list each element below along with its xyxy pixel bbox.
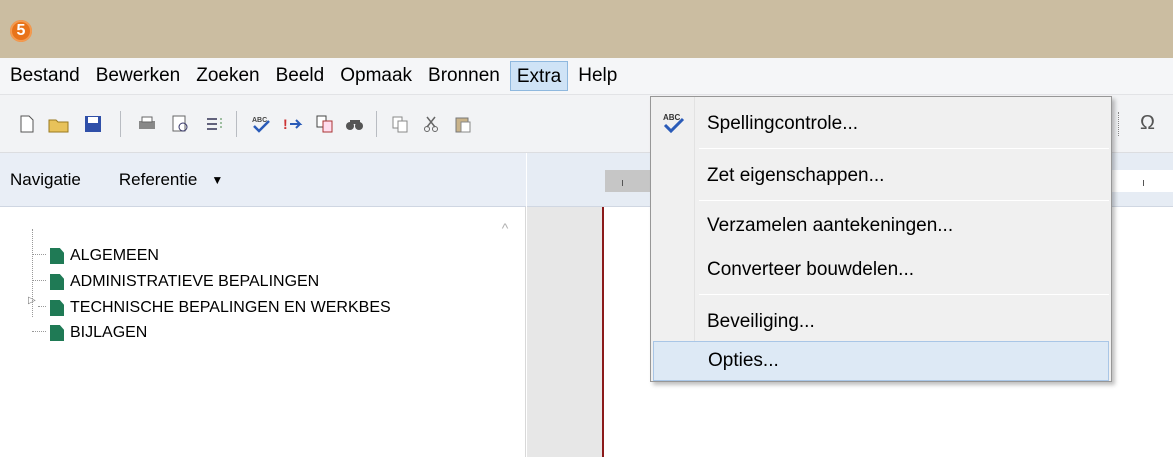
paste-icon[interactable] (452, 113, 474, 135)
ruler-margin (1110, 170, 1173, 192)
document-icon (50, 274, 64, 290)
document-gutter (527, 207, 603, 457)
tree-item-label: TECHNISCHE BEPALINGEN EN WERKBES (70, 299, 391, 316)
menu-item-label: Beveiliging... (707, 311, 815, 332)
tree-item-label: BIJLAGEN (70, 324, 148, 341)
menu-item-label: Spellingcontrole... (707, 113, 859, 134)
menu-bronnen[interactable]: Bronnen (422, 61, 506, 91)
svg-text:ABC: ABC (252, 117, 267, 124)
spellcheck-icon: ABC (661, 111, 687, 135)
arrow-icon[interactable]: ! (282, 113, 304, 135)
menu-help[interactable]: Help (572, 61, 623, 91)
menu-opmaak[interactable]: Opmaak (334, 61, 418, 91)
print-icon[interactable] (136, 113, 158, 135)
menu-item-converteer-bouwdelen[interactable]: Converteer bouwdelen... (653, 251, 1109, 289)
ruler-tick (622, 180, 623, 186)
menu-extra[interactable]: Extra (509, 61, 569, 91)
tree-connector (32, 331, 46, 332)
toolbar-separator (236, 111, 237, 137)
menu-zoeken[interactable]: Zoeken (190, 61, 265, 91)
menu-item-beveiliging[interactable]: Beveiliging... (653, 303, 1109, 341)
extra-menu-dropdown: ABC Spellingcontrole... Zet eigenschappe… (650, 96, 1112, 382)
tree-item-label: ALGEMEEN (70, 247, 159, 264)
tree-item[interactable]: BIJLAGEN (50, 321, 502, 345)
tab-navigatie[interactable]: Navigatie (10, 170, 81, 190)
tree-item[interactable]: ADMINISTRATIEVE BEPALINGEN (50, 270, 502, 294)
menu-bewerken[interactable]: Bewerken (90, 61, 187, 91)
menu-item-spellingcontrole[interactable]: ABC Spellingcontrole... (653, 105, 1109, 143)
print-preview-icon[interactable] (170, 113, 192, 135)
page-margin-line (602, 207, 604, 457)
tree-item[interactable]: TECHNISCHE BEPALINGEN EN WERKBES (50, 296, 502, 320)
toolbar-separator (120, 111, 121, 137)
chevron-down-icon[interactable]: ▼ (211, 173, 223, 187)
find-icon[interactable] (344, 113, 366, 135)
toolbar-separator (1118, 112, 1120, 136)
outline-icon[interactable] (204, 113, 226, 135)
cut-icon[interactable] (420, 113, 442, 135)
menu-separator (699, 200, 1109, 201)
menu-separator (699, 148, 1109, 149)
copy-icon[interactable] (390, 113, 412, 135)
save-icon[interactable] (82, 113, 104, 135)
tree-connector (32, 254, 46, 255)
menu-item-opties[interactable]: Opties... (653, 341, 1109, 381)
ruler-tick (1143, 180, 1144, 186)
document-icon (50, 248, 64, 264)
tree-item[interactable]: ALGEMEEN (50, 244, 502, 268)
convert-icon[interactable] (314, 113, 336, 135)
spellcheck-icon[interactable]: ABC (250, 113, 272, 135)
expand-arrow-icon[interactable]: ▷ (28, 295, 36, 306)
svg-text:!: ! (283, 116, 288, 132)
menu-item-label: Zet eigenschappen... (707, 165, 885, 186)
tab-referentie[interactable]: Referentie (119, 170, 197, 190)
document-icon (50, 300, 64, 316)
new-document-icon[interactable] (16, 113, 38, 135)
tree-item-label: ADMINISTRATIEVE BEPALINGEN (70, 273, 320, 290)
tree-connector (32, 280, 46, 281)
svg-text:ABC: ABC (663, 113, 681, 122)
omega-icon[interactable]: Ω (1140, 112, 1155, 135)
open-folder-icon[interactable] (48, 113, 70, 135)
menu-bar: Bestand Bewerken Zoeken Beeld Opmaak Bro… (0, 58, 1173, 95)
menu-item-verzamelen-aantekeningen[interactable]: Verzamelen aantekeningen... (653, 207, 1109, 245)
menu-item-label: Converteer bouwdelen... (707, 259, 915, 280)
menu-beeld[interactable]: Beeld (270, 61, 331, 91)
toolbar-separator (376, 111, 377, 137)
menu-bestand[interactable]: Bestand (4, 61, 86, 91)
scroll-up-icon[interactable]: ^ (497, 221, 513, 235)
panel-header: Navigatie Referentie ▼ (0, 153, 526, 207)
menu-item-zet-eigenschappen[interactable]: Zet eigenschappen... (653, 157, 1109, 195)
app-logo[interactable]: 5 (10, 20, 32, 42)
tree-connector (38, 306, 46, 307)
menu-separator (699, 294, 1109, 295)
title-bar: 5 (0, 0, 1173, 58)
document-icon (50, 325, 64, 341)
menu-item-label: Opties... (708, 350, 779, 371)
menu-item-label: Verzamelen aantekeningen... (707, 215, 954, 236)
